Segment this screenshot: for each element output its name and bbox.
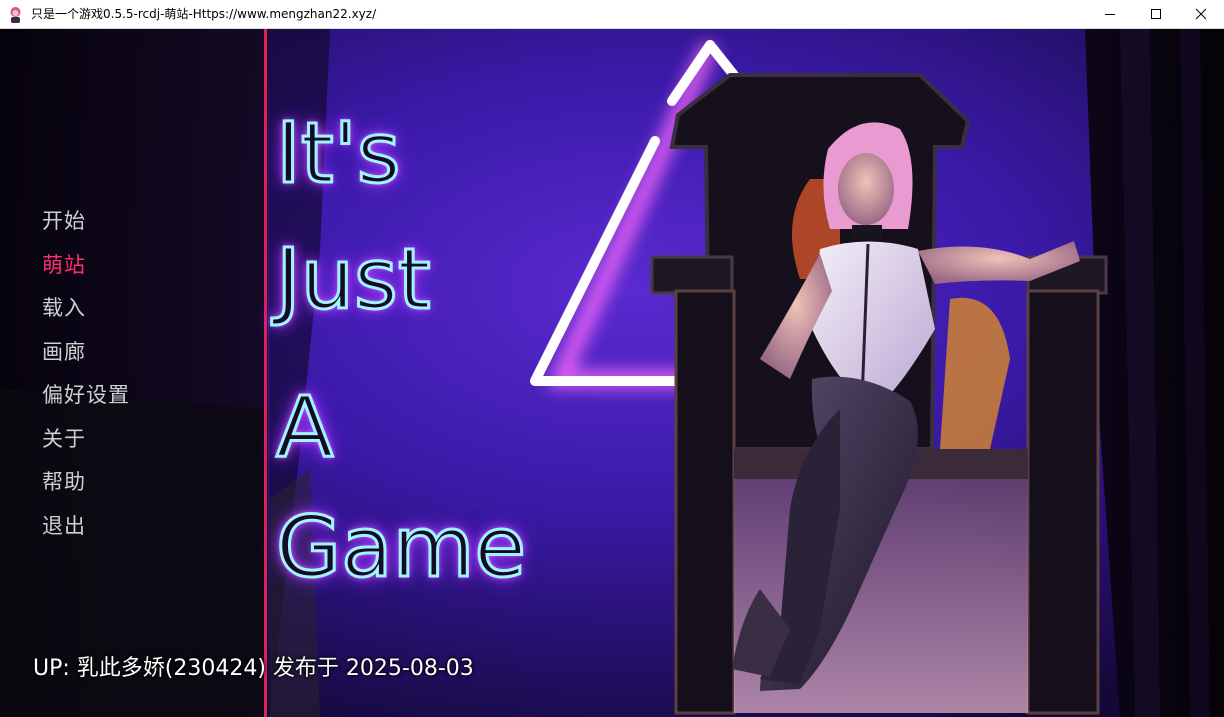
game-title-line-1: It's xyxy=(275,104,403,202)
maximize-button[interactable] xyxy=(1133,0,1179,28)
game-title-line-4: Game xyxy=(274,498,527,596)
game-title-line-3: A xyxy=(274,378,334,476)
main-menu-scene: It's Just A Game 开始 萌站 载入 画廊 偏好设置 关于 帮助 … xyxy=(0,29,1224,717)
menu-item-quit[interactable]: 退出 xyxy=(42,511,242,555)
main-menu: 开始 萌站 载入 画廊 偏好设置 关于 帮助 退出 xyxy=(42,206,242,554)
minimize-button[interactable] xyxy=(1087,0,1133,28)
menu-item-gallery[interactable]: 画廊 xyxy=(42,337,242,381)
menu-item-load[interactable]: 载入 xyxy=(42,293,242,337)
close-icon xyxy=(1195,8,1207,20)
menu-item-preferences[interactable]: 偏好设置 xyxy=(42,380,242,424)
menu-item-start[interactable]: 开始 xyxy=(42,206,242,250)
title-bar[interactable]: 只是一个游戏0.5.5-rcdj-萌站-Https://www.mengzhan… xyxy=(0,0,1224,29)
window-title: 只是一个游戏0.5.5-rcdj-萌站-Https://www.mengzhan… xyxy=(31,7,377,21)
close-button[interactable] xyxy=(1178,0,1224,28)
menu-item-about[interactable]: 关于 xyxy=(42,424,242,468)
menu-item-help[interactable]: 帮助 xyxy=(42,467,242,511)
menu-item-mengzhan[interactable]: 萌站 xyxy=(42,250,242,294)
app-character-icon xyxy=(10,7,21,23)
minimize-icon xyxy=(1105,14,1115,15)
game-window: 只是一个游戏0.5.5-rcdj-萌站-Https://www.mengzhan… xyxy=(0,0,1224,717)
game-title-line-2: Just xyxy=(275,230,433,328)
uploader-credit: UP: 乳此多娇(230424) 发布于 2025-08-03 xyxy=(33,656,474,681)
maximize-icon xyxy=(1151,9,1161,19)
